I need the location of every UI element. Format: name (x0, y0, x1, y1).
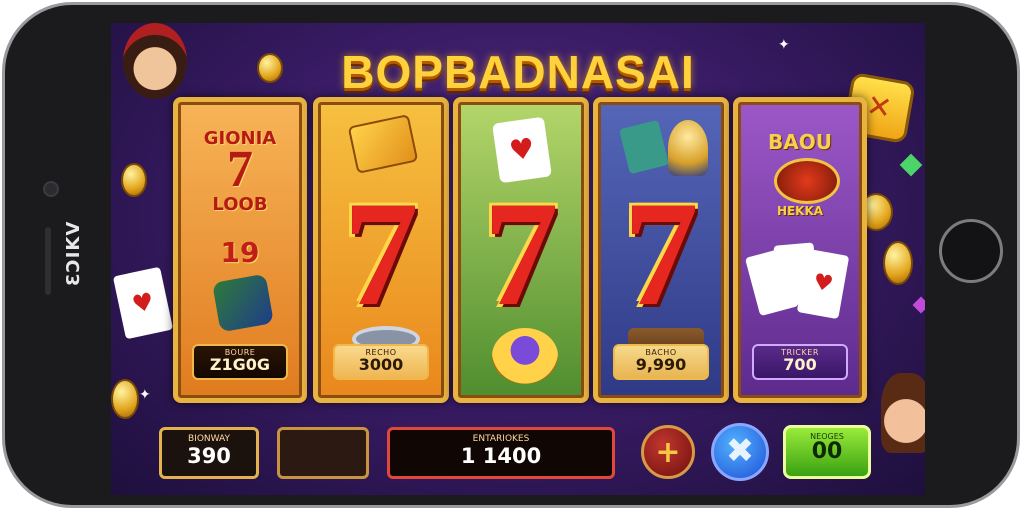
reel-1: GIONIA 7 LOOB 19 BOURE Z1G0G (173, 97, 307, 403)
coin-icon (121, 163, 147, 197)
reel-4: 7 BACHO 9,990 (593, 97, 729, 403)
potion-icon (668, 120, 708, 176)
gem-icon (912, 296, 925, 314)
game-screen: ✦ ✦ ✦ ✕ ♥ BOPBADNASAI GIONIA 7 LOOB 19 B… (111, 23, 925, 495)
reel-1-seven-symbol: 7 (227, 141, 253, 198)
win-value: 1 1400 (460, 444, 542, 468)
win-panel: ENTARIOKES 1 1400 (387, 427, 615, 479)
close-icon[interactable]: ✖ (711, 423, 769, 481)
playing-card-icon: ♥ (112, 266, 174, 340)
card-icon (619, 119, 669, 175)
card-fan-icon: ♥ (744, 242, 856, 328)
phone-frame: ƐƆIKV ✦ ✦ ✦ ✕ ♥ BOPBADNASAI GIONIA 7 LOO… (2, 2, 1020, 508)
balance-value: 390 (187, 444, 231, 468)
reel-5-badge-value: 700 (783, 355, 817, 374)
coin-icon (111, 379, 139, 419)
front-camera (43, 181, 59, 197)
gem-icon (899, 153, 923, 177)
bet-panel[interactable] (277, 427, 369, 479)
reel-2-seven-symbol: 7 (343, 171, 419, 337)
reel-5-badge: TRICKER 700 (752, 344, 848, 380)
home-button[interactable] (939, 219, 1003, 283)
increase-bet-button[interactable]: + (641, 425, 695, 479)
reel-4-badge: BACHO 9,990 (613, 344, 709, 380)
treasure-bag-icon (212, 273, 274, 333)
spin-button[interactable]: NEOGES 00 (783, 425, 871, 479)
gold-coins-icon (492, 328, 558, 384)
reel-1-number: 19 (220, 236, 260, 269)
reel-5-sub-text: HEKKA (776, 204, 824, 218)
sparkle-icon: ✦ (139, 387, 151, 403)
character-avatar (881, 373, 925, 453)
reel-2-badge-value: 3000 (358, 355, 404, 374)
shield-icon (774, 158, 840, 204)
reel-3-seven-symbol: 7 (483, 171, 559, 337)
reel-1-badge: BOURE Z1G0G (192, 344, 288, 380)
reel-2: 7 RECHO 3000 (313, 97, 449, 403)
balance-label: BIONWAY (187, 434, 230, 444)
speaker-grille (45, 227, 51, 295)
reel-5-top-text: BAOU (768, 130, 832, 154)
reel-1-sub-text: LOOB (212, 194, 268, 215)
reel-2-badge: RECHO 3000 (333, 344, 429, 380)
reel-3: ♥ 7 (453, 97, 589, 403)
spin-value: 00 (811, 439, 843, 464)
reel-5: BAOU HEKKA ♥ TRICKER 700 (733, 97, 867, 403)
scroll-icon (347, 114, 419, 174)
reel-4-badge-value: 9,990 (635, 355, 687, 374)
win-label: ENTARIOKES (472, 434, 530, 444)
reel-1-badge-value: Z1G0G (209, 355, 271, 374)
device-side-label: ƐƆIKV (63, 220, 84, 286)
coin-icon (883, 241, 913, 285)
balance-panel: BIONWAY 390 (159, 427, 259, 479)
reel-4-seven-symbol: 7 (623, 171, 699, 337)
game-title: BOPBADNASAI (341, 46, 695, 98)
